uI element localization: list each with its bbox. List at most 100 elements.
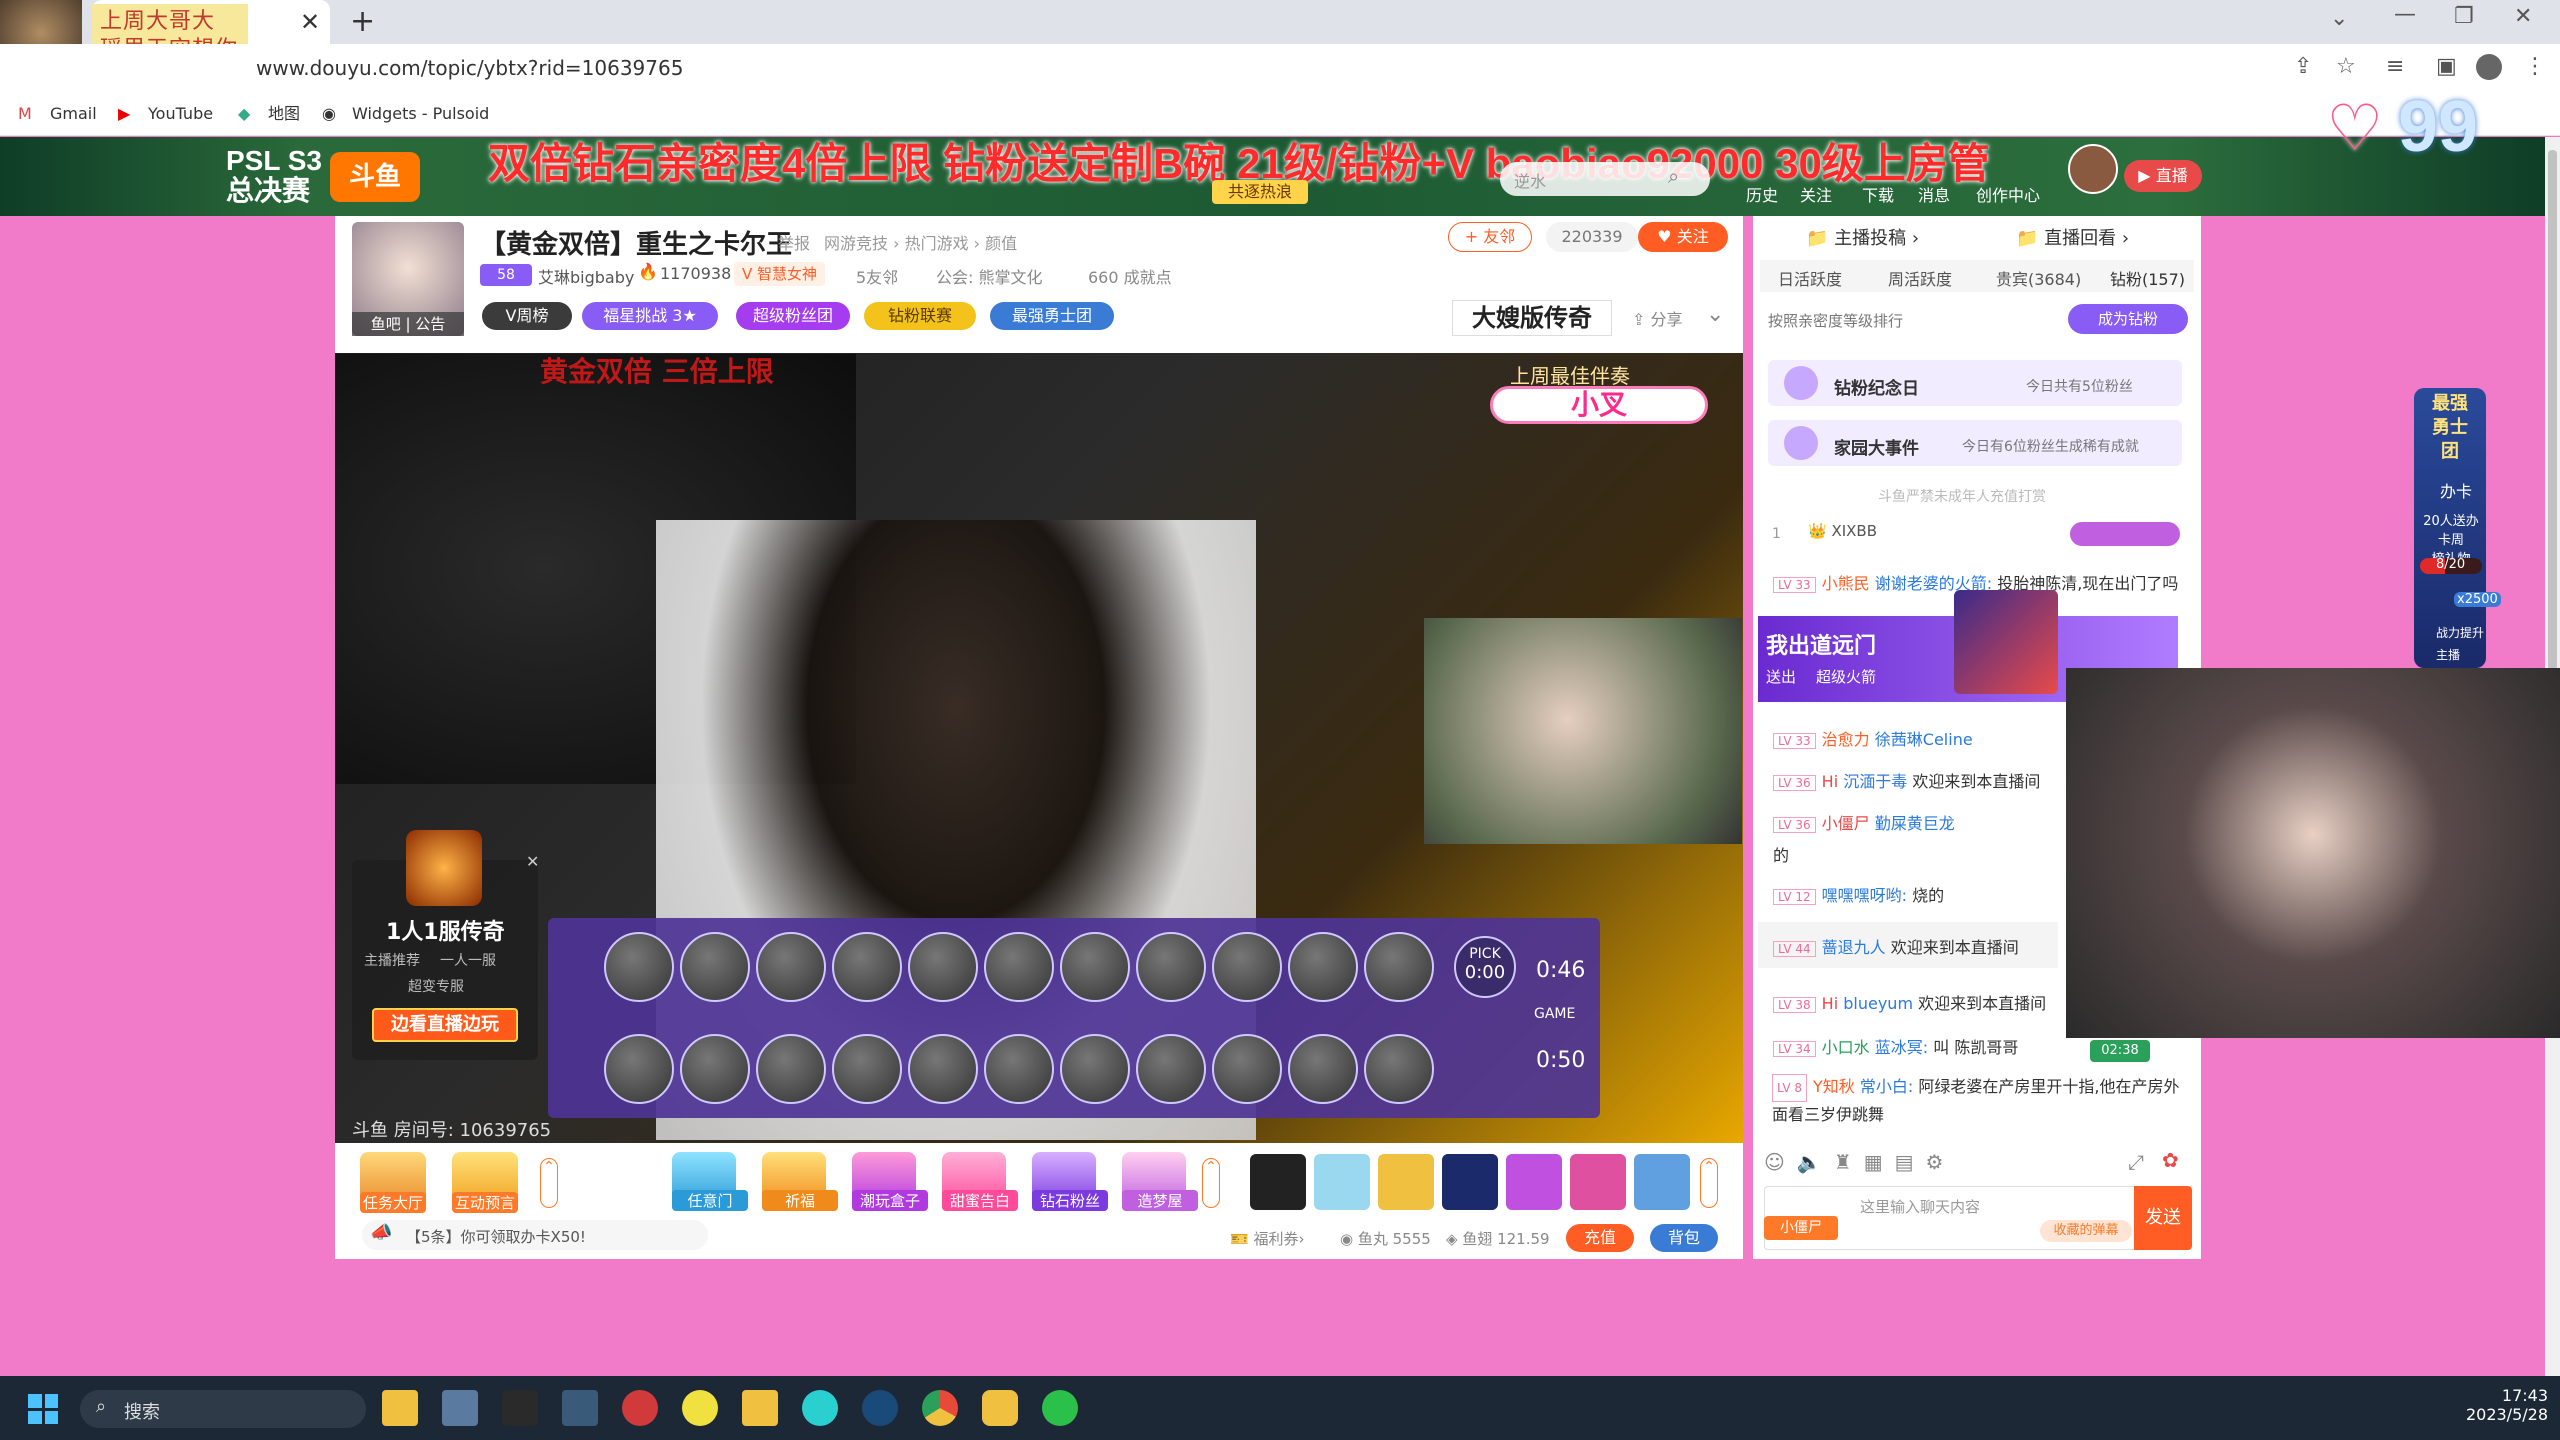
game-ad-banner[interactable]: 大嫂版传奇 [1452,300,1612,336]
emoji-icon[interactable]: ☺ [1764,1150,1785,1174]
chat-message[interactable]: LV 34 小口水 蓝冰冥: 叫 陈凯哥哥 [1773,1034,2018,1058]
achievement-points[interactable]: 660 成就点 [1088,264,1172,288]
friend-button[interactable]: + 友邻 [1448,222,1532,252]
rank-tab-vip[interactable]: 贵宾(3684) [1996,266,2081,290]
gift-item-icon[interactable] [1570,1154,1626,1210]
search-icon[interactable]: ⌕ [1668,164,1679,188]
notice-text[interactable]: 【5条】你可领取办卡X50! [406,1226,586,1247]
gift-toybox-label[interactable]: 潮玩盒子 [852,1190,928,1211]
gift-item-icon[interactable] [1506,1154,1562,1210]
msg-user[interactable]: 蔷退九人 [1822,938,1886,957]
file-explorer-icon[interactable] [382,1390,418,1426]
pill-vweek[interactable]: V周榜 [482,302,572,330]
task-hall-label[interactable]: 任务大厅 [360,1192,427,1213]
send-button[interactable]: 发送 [2134,1186,2192,1250]
expand-icon[interactable]: ⤢ [2128,1150,2144,1174]
bookmark-maps[interactable]: 地图 [268,100,300,128]
rank-tab-weekly[interactable]: 周活跃度 [1888,266,1952,290]
clock[interactable]: 17:43 2023/5/28 [2448,1386,2548,1424]
settings-icon[interactable]: ⚙ [1926,1150,1944,1174]
minimize-icon[interactable]: — [2394,2,2416,27]
reading-list-icon[interactable]: ≡ [2386,54,2404,79]
tab-search-icon[interactable]: ⌄ [2330,6,2348,31]
guild-info[interactable]: 公会: 熊掌文化 [936,264,1042,288]
close-tab-icon[interactable]: ✕ [300,8,320,36]
category-breadcrumb[interactable]: 网游竞技 › 热门游戏 › 颜值 [824,230,1017,254]
pill-diamond-league[interactable]: 钻粉联赛 [864,302,976,330]
follow-button[interactable]: ♥ 关注 [1638,222,1728,252]
share-button[interactable]: ⇪ 分享 [1632,306,1683,330]
wechat-icon[interactable] [1042,1390,1078,1426]
badge-icon[interactable]: ♜ [1834,1150,1852,1174]
report-link[interactable]: 举报 [778,230,810,254]
nav-messages[interactable]: 消息 [1918,182,1950,206]
chat-message[interactable]: LV 8 Y知秋 常小白: 阿绿老婆在产房里开十指,他在产房外面看三岁伊跳舞 [1772,1074,2192,1128]
chrome-icon[interactable] [922,1390,958,1426]
gift-item-icon[interactable] [1634,1154,1690,1210]
start-icon[interactable] [28,1394,58,1424]
avatar-caption[interactable]: 鱼吧 | 公告 [352,312,464,336]
taskbar-search[interactable] [80,1390,366,1428]
restore-icon[interactable]: ❐ [2454,4,2474,29]
chat-message[interactable]: LV 36 Hi 沉湎于毒 欢迎来到本直播间 [1773,768,2040,792]
msg-user[interactable]: 勤屎黄巨龙 [1875,814,1955,833]
sticky-notes-icon[interactable] [742,1390,778,1426]
app-icon[interactable] [622,1390,658,1426]
bookmark-gmail[interactable]: Gmail [50,100,97,128]
app-icon[interactable] [562,1390,598,1426]
url-text[interactable]: www.douyu.com/topic/ybtx?rid=10639765 [256,56,683,80]
page-scrollbar-thumb[interactable] [2548,150,2557,670]
chat-message[interactable]: LV 44 蔷退九人 欢迎来到本直播间 [1773,934,2019,958]
account-icon[interactable] [2476,54,2502,80]
bookmark-youtube[interactable]: YouTube [148,100,213,128]
msg-user[interactable]: blueyum [1843,994,1913,1013]
share-page-icon[interactable]: ⇪ [2294,54,2312,79]
gift-box-icon[interactable]: ▦ [1864,1150,1883,1174]
chat-message[interactable]: LV 12 嘿嘿嘿呀哟: 烧的 [1773,882,1944,906]
recharge-button[interactable]: 充值 [1566,1224,1634,1252]
speaker-icon[interactable]: 🔈 [1797,1150,1822,1174]
steam-icon[interactable] [862,1390,898,1426]
rank-tab-daily[interactable]: 日活跃度 [1778,266,1842,290]
expand-right-chevron-icon[interactable]: ⌃ [1700,1158,1718,1208]
fan-badge-selector[interactable]: 小僵尸 [1764,1216,1838,1240]
red-envelope-icon[interactable]: ✿ [2162,1148,2179,1172]
gift-blessing-label[interactable]: 祈福 [762,1190,838,1211]
event-tag[interactable]: 共逐热浪 [1212,180,1308,204]
gift-item-icon[interactable] [1378,1154,1434,1210]
msg-user[interactable]: 徐茜琳Celine [1875,730,1973,749]
close-window-icon[interactable]: ✕ [2514,4,2532,29]
nav-history[interactable]: 历史 [1746,182,1778,206]
become-diamond-button[interactable]: 成为钻粉 [2068,304,2188,334]
task-view-icon[interactable] [442,1390,478,1426]
expand-center-chevron-icon[interactable]: ⌃ [1202,1158,1220,1208]
app-icon[interactable] [802,1390,838,1426]
nav-download[interactable]: 下载 [1862,182,1894,206]
chat-message[interactable]: LV 36 小僵尸 勤屎黄巨龙 [1773,810,1955,834]
replay-tab[interactable]: 📁 直播回看 › [2016,224,2129,250]
welfare-link[interactable]: 🎫 福利券› [1230,1228,1304,1249]
gift-diamond-fan-label[interactable]: 钻石粉丝 [1032,1190,1108,1211]
app-icon[interactable] [982,1390,1018,1426]
msg-user[interactable]: 沉湎于毒 [1843,772,1907,791]
nav-creator[interactable]: 创作中心 [1976,182,2040,206]
game-ad-close-icon[interactable]: ✕ [526,852,539,871]
bag-icon[interactable]: ▤ [1895,1150,1914,1174]
game-ad-play-button[interactable]: 边看直播边玩 [372,1008,518,1042]
side-panel-icon[interactable]: ▣ [2436,54,2457,79]
pill-lucky-challenge[interactable]: 福星挑战 3★ [582,302,718,330]
gift-portal-label[interactable]: 任意门 [672,1190,748,1211]
bookmark-pulsoid[interactable]: Widgets - Pulsoid [352,100,489,128]
rank-tab-diamond[interactable]: 钻粉(157) [2110,266,2185,290]
gift-confession-label[interactable]: 甜蜜告白 [942,1190,1018,1211]
msg-user[interactable]: 嘿嘿嘿呀哟: [1822,886,1907,905]
streamer-name[interactable]: 艾琳bigbaby [538,264,634,288]
live-button[interactable]: ▶ 直播 [2124,160,2202,192]
douyu-logo[interactable]: 斗鱼 [330,152,420,202]
saved-barrage-button[interactable]: 收藏的弹幕 [2040,1220,2132,1242]
gift-dreamhouse-label[interactable]: 造梦屋 [1122,1190,1198,1211]
gift-item-icon[interactable] [1442,1154,1498,1210]
more-chevron-icon[interactable]: ⌄ [1706,302,1724,327]
gift-item-icon[interactable] [1314,1154,1370,1210]
backpack-button[interactable]: 背包 [1650,1224,1718,1252]
